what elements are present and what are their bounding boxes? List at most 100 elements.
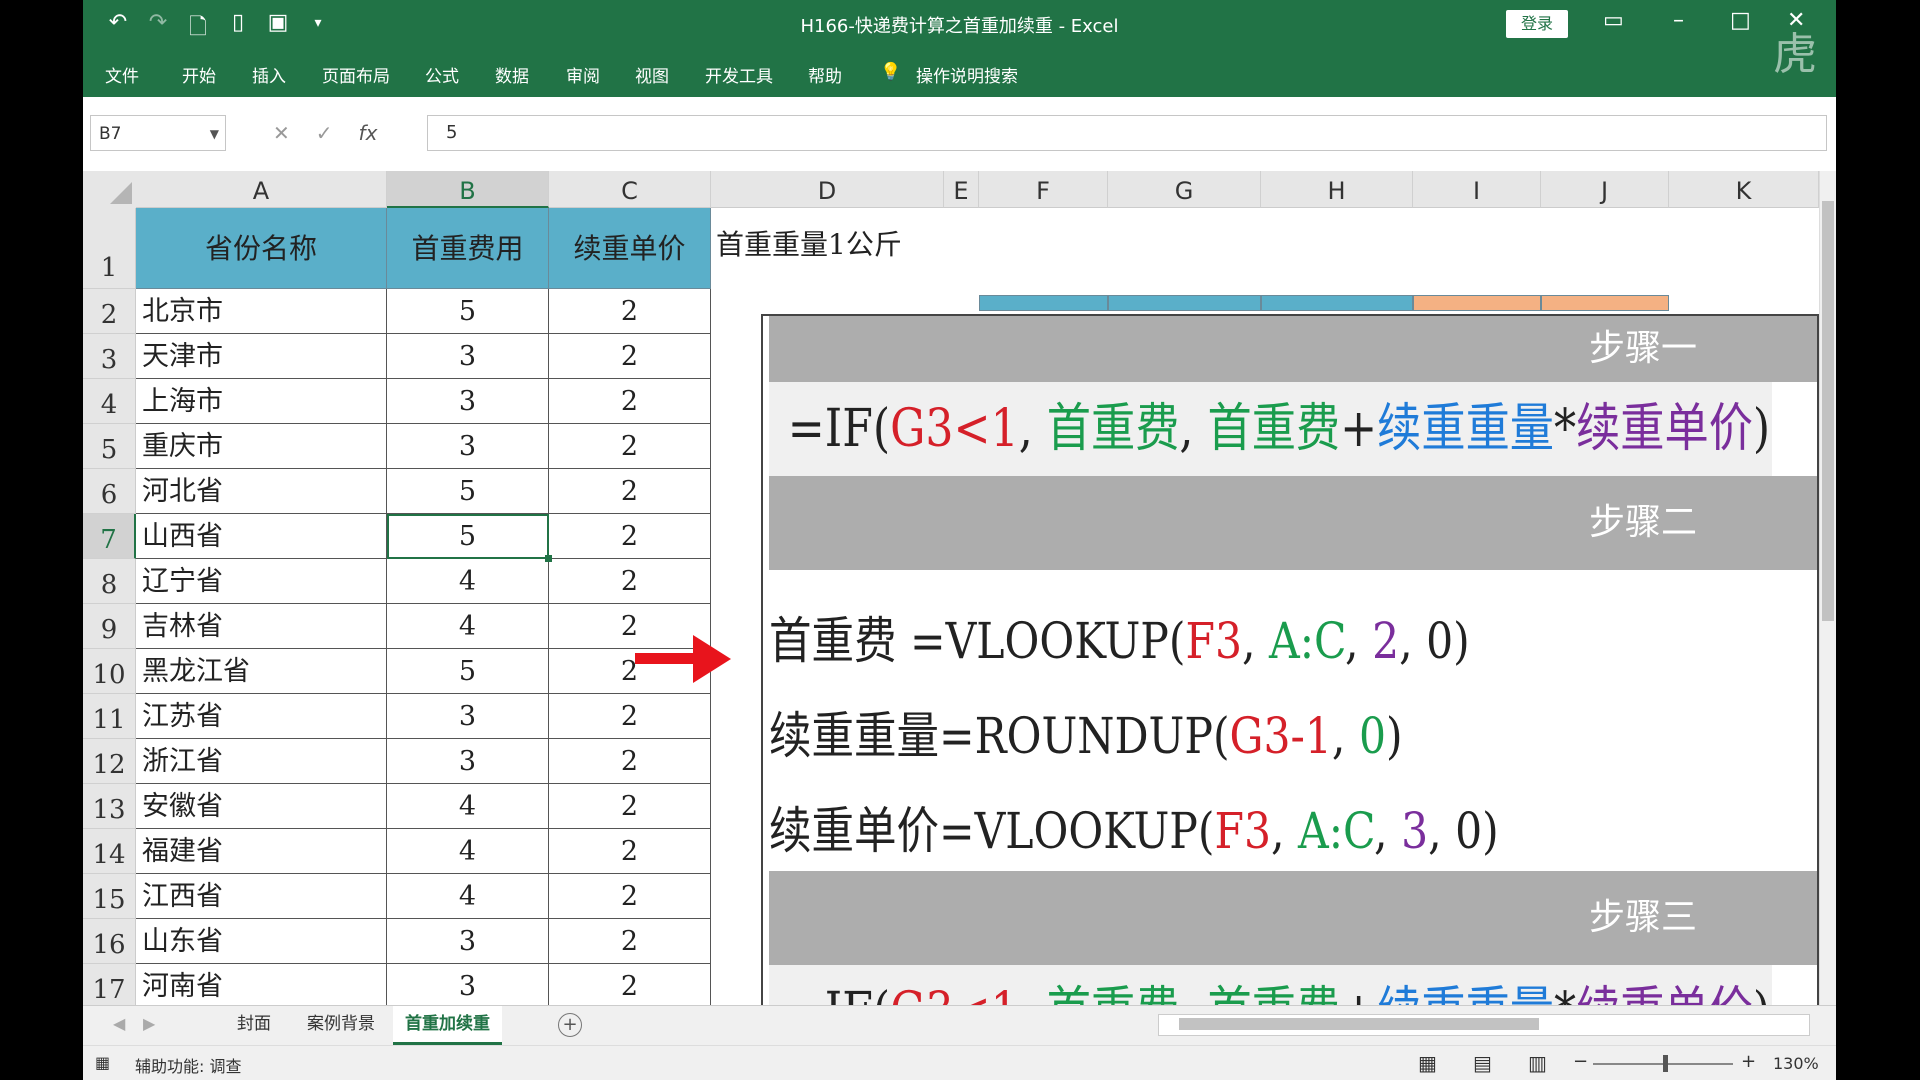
table-cell[interactable]: 4 — [387, 604, 549, 649]
table-cell[interactable]: 天津市 — [136, 334, 387, 379]
table-cell[interactable]: 3 — [387, 694, 549, 739]
vertical-scrollbar[interactable] — [1819, 171, 1836, 1005]
zoom-out-icon[interactable]: − — [1573, 1051, 1588, 1072]
table-header-cell[interactable]: 续重单价 — [549, 208, 711, 289]
row-header[interactable]: 14 — [83, 829, 136, 874]
horizontal-scrollbar[interactable] — [1158, 1014, 1810, 1036]
table-cell[interactable]: 黑龙江省 — [136, 649, 387, 694]
column-header-d[interactable]: D — [711, 171, 944, 208]
macro-icon[interactable]: ▦ — [95, 1053, 110, 1072]
column-header-g[interactable]: G — [1108, 171, 1261, 208]
sheet-tab-background[interactable]: 案例背景 — [295, 1006, 387, 1042]
enter-icon[interactable]: ✓ — [316, 121, 333, 145]
table-cell[interactable]: 2 — [549, 784, 711, 829]
tab-page-layout[interactable]: 页面布局 — [322, 62, 390, 87]
table-cell[interactable]: 3 — [387, 739, 549, 784]
table-cell[interactable]: 2 — [549, 874, 711, 919]
row-header[interactable]: 5 — [83, 424, 136, 469]
maximize-icon[interactable]: □ — [1730, 8, 1751, 33]
row-header[interactable]: 16 — [83, 919, 136, 964]
table-cell[interactable]: 3 — [387, 424, 549, 469]
column-header-i[interactable]: I — [1413, 171, 1541, 208]
table-cell[interactable]: 4 — [387, 784, 549, 829]
table-cell[interactable]: 2 — [549, 739, 711, 784]
prev-sheet-icon[interactable]: ◀ — [113, 1014, 125, 1033]
table-cell[interactable]: 河南省 — [136, 964, 387, 1005]
formula-input[interactable]: 5 — [427, 115, 1827, 151]
row-header[interactable]: 3 — [83, 334, 136, 379]
table-cell[interactable]: 山东省 — [136, 919, 387, 964]
column-header-a[interactable]: A — [136, 171, 387, 208]
page-break-view-icon[interactable]: ▥ — [1528, 1051, 1547, 1075]
table-cell[interactable]: 5 — [387, 469, 549, 514]
table-cell[interactable]: 山西省 — [136, 514, 387, 559]
table-cell[interactable]: 辽宁省 — [136, 559, 387, 604]
select-all-button[interactable] — [83, 171, 137, 209]
column-header-f[interactable]: F — [979, 171, 1108, 208]
table-cell[interactable]: 2 — [549, 334, 711, 379]
tab-home[interactable]: 开始 — [182, 62, 216, 87]
row-header[interactable]: 6 — [83, 469, 136, 514]
worksheet-grid[interactable]: A B C D E F G H I J K 1 2 3 4 5 6 7 8 9 10 11 12 13 1… — [83, 171, 1819, 1005]
row-header[interactable]: 17 — [83, 964, 136, 1005]
table-cell[interactable]: 5 — [387, 649, 549, 694]
vertical-scroll-thumb[interactable] — [1822, 201, 1834, 621]
fill-handle[interactable] — [545, 555, 552, 562]
table-cell[interactable]: 2 — [549, 514, 711, 559]
name-box-dropdown-icon[interactable]: ▼ — [210, 116, 219, 152]
table-cell[interactable]: 重庆市 — [136, 424, 387, 469]
table-cell[interactable]: 2 — [549, 964, 711, 1005]
table-cell[interactable]: 2 — [549, 559, 711, 604]
sheet-tab-first-plus-extra[interactable]: 首重加续重 — [393, 1006, 502, 1045]
row-header[interactable]: 8 — [83, 559, 136, 604]
table-cell[interactable]: 河北省 — [136, 469, 387, 514]
table-cell[interactable]: 江西省 — [136, 874, 387, 919]
table-cell[interactable]: 北京市 — [136, 289, 387, 334]
table-cell[interactable]: 3 — [387, 379, 549, 424]
row-header[interactable]: 2 — [83, 289, 136, 334]
table-cell[interactable]: 2 — [549, 469, 711, 514]
accessibility-status[interactable]: 辅助功能: 调查 — [135, 1053, 241, 1077]
table-cell[interactable]: 吉林省 — [136, 604, 387, 649]
row-header[interactable]: 4 — [83, 379, 136, 424]
add-sheet-icon[interactable]: + — [558, 1013, 582, 1037]
table-cell[interactable]: 2 — [549, 829, 711, 874]
column-header-k[interactable]: K — [1669, 171, 1819, 208]
tab-data[interactable]: 数据 — [495, 62, 529, 87]
table-cell[interactable]: 3 — [387, 964, 549, 1005]
tell-me-search[interactable]: 操作说明搜索 — [916, 62, 1018, 87]
tab-formulas[interactable]: 公式 — [425, 62, 459, 87]
table-cell[interactable]: 4 — [387, 829, 549, 874]
table-header-cell[interactable]: 首重费用 — [387, 208, 549, 289]
row-header[interactable]: 1 — [83, 208, 136, 289]
row-header[interactable]: 12 — [83, 739, 136, 784]
cancel-icon[interactable]: ✕ — [273, 121, 290, 145]
table-cell[interactable]: 浙江省 — [136, 739, 387, 784]
login-button[interactable]: 登录 — [1506, 10, 1568, 38]
insert-function-icon[interactable]: fx — [359, 121, 378, 145]
column-header-j[interactable]: J — [1541, 171, 1669, 208]
row-header[interactable]: 11 — [83, 694, 136, 739]
table-cell[interactable]: 2 — [549, 694, 711, 739]
sheet-tab-cover[interactable]: 封面 — [225, 1006, 283, 1042]
table-cell[interactable]: 福建省 — [136, 829, 387, 874]
note-first-weight[interactable]: 首重重量1公斤 — [716, 223, 902, 263]
table-cell[interactable]: 2 — [549, 919, 711, 964]
row-header[interactable]: 15 — [83, 874, 136, 919]
tab-file[interactable]: 文件 — [105, 62, 139, 87]
table-cell[interactable]: 4 — [387, 559, 549, 604]
normal-view-icon[interactable]: ▦ — [1418, 1051, 1437, 1075]
table-cell[interactable]: 5 — [387, 289, 549, 334]
minimize-icon[interactable]: – — [1673, 8, 1684, 33]
table-cell[interactable]: 安徽省 — [136, 784, 387, 829]
table-cell[interactable]: 上海市 — [136, 379, 387, 424]
tab-view[interactable]: 视图 — [635, 62, 669, 87]
column-header-e[interactable]: E — [944, 171, 979, 208]
column-header-h[interactable]: H — [1261, 171, 1413, 208]
zoom-in-icon[interactable]: + — [1741, 1051, 1756, 1072]
table-cell[interactable]: 2 — [549, 289, 711, 334]
horizontal-scroll-thumb[interactable] — [1179, 1018, 1539, 1030]
table-cell[interactable]: 3 — [387, 334, 549, 379]
row-header[interactable]: 10 — [83, 649, 136, 694]
table-cell[interactable]: 2 — [549, 379, 711, 424]
